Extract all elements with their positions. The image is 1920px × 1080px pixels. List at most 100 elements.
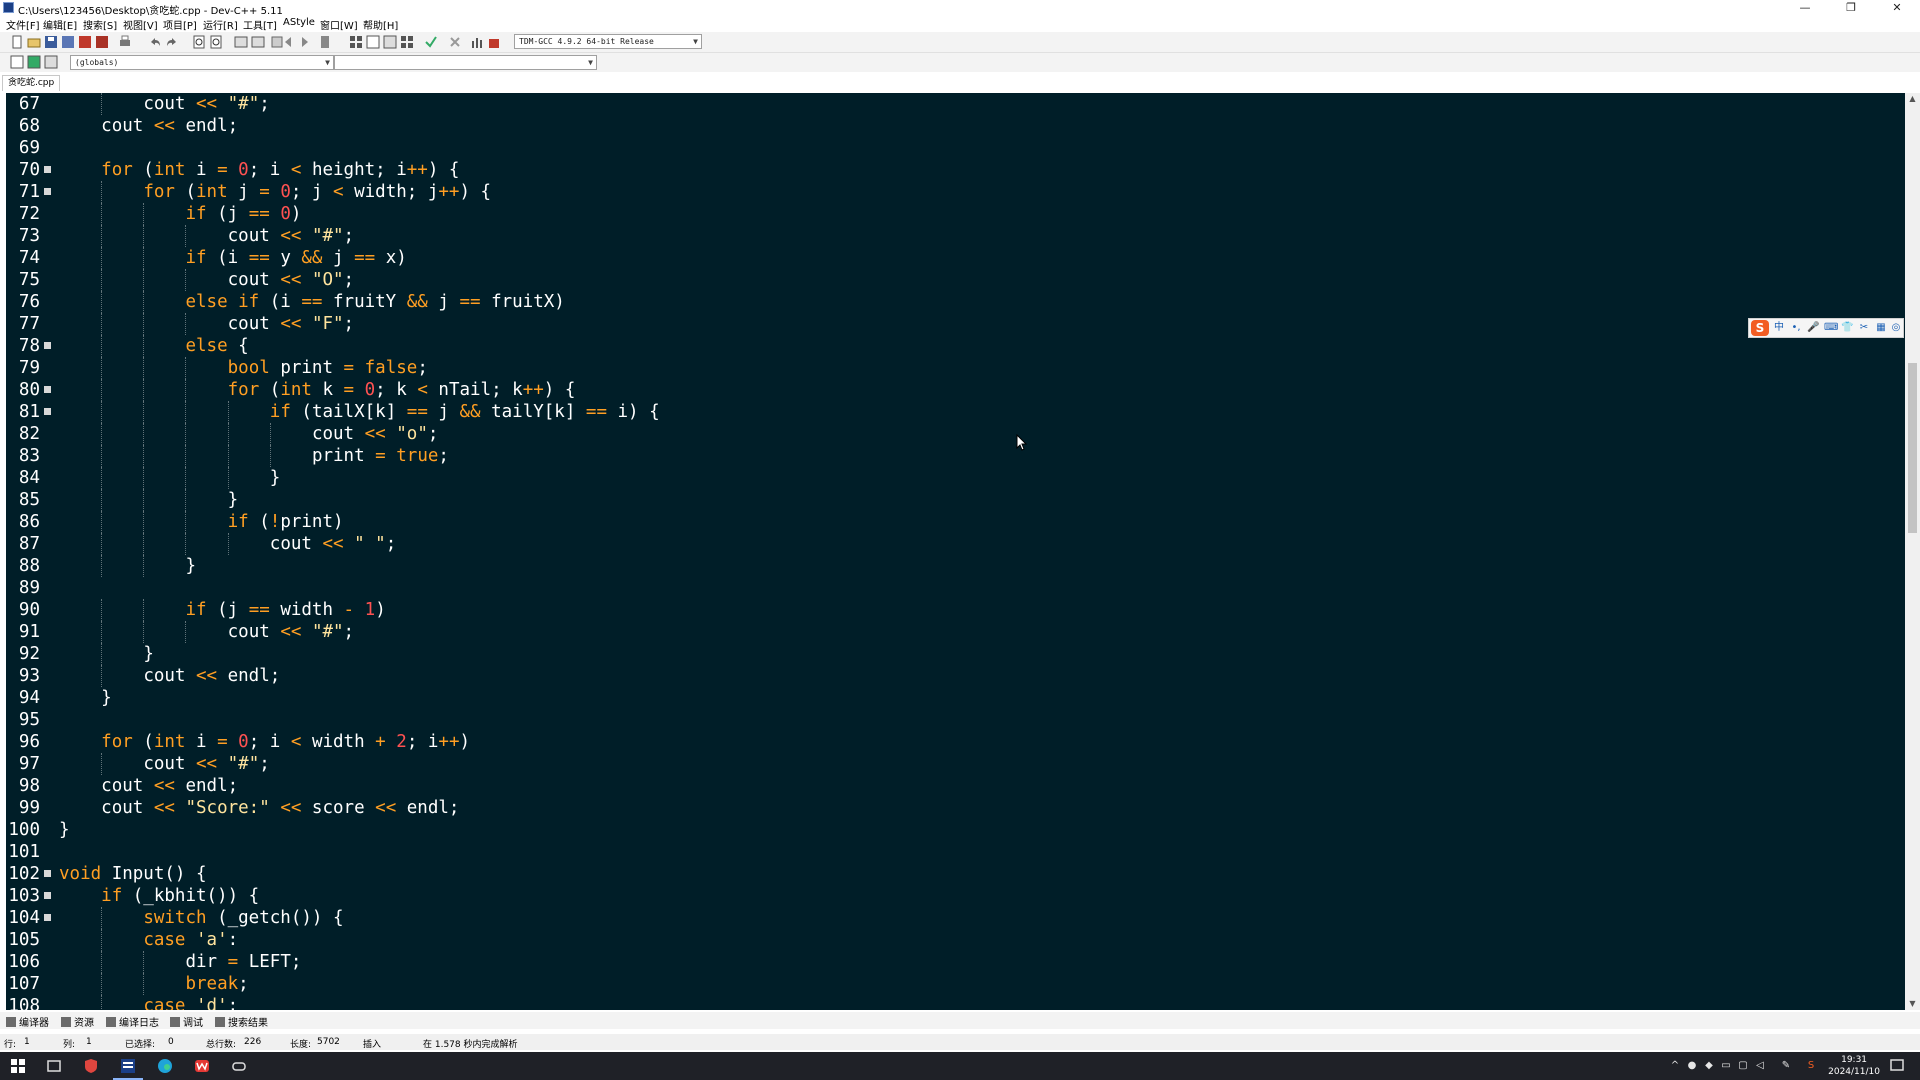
menu-file[interactable]: 文件[F] <box>6 17 40 32</box>
find-icon[interactable] <box>192 35 206 49</box>
new-project-icon[interactable] <box>349 35 363 49</box>
menu-search[interactable]: 搜索[S] <box>83 17 117 32</box>
toggle-bookmark-icon[interactable] <box>27 55 41 69</box>
code-line[interactable]: 74 if (i == y && j == x) <box>6 247 1905 269</box>
network-tray-icon[interactable]: ▭ <box>1720 1060 1732 1072</box>
print-icon[interactable] <box>118 35 132 49</box>
fold-marker-icon[interactable] <box>44 408 51 415</box>
code-line[interactable]: 108 case 'd': <box>6 995 1905 1010</box>
minimize-button[interactable]: — <box>1782 0 1828 16</box>
code-line[interactable]: 69 <box>6 137 1905 159</box>
microphone-icon[interactable]: 🎤 <box>1807 322 1819 334</box>
fold-marker-icon[interactable] <box>44 188 51 195</box>
menu-project[interactable]: 项目[P] <box>163 17 197 32</box>
code-line[interactable]: 94} <box>6 687 1905 709</box>
goto-bookmark-icon[interactable] <box>44 55 58 69</box>
code-line[interactable]: 76 else if (i == fruitY && j == fruitX) <box>6 291 1905 313</box>
game-controller-icon[interactable] <box>230 1057 248 1075</box>
code-line[interactable]: 93 cout << endl; <box>6 665 1905 687</box>
skin-icon[interactable]: 👕 <box>1841 322 1853 334</box>
code-line[interactable]: 78 else { <box>6 335 1905 357</box>
code-line[interactable]: 101 <box>6 841 1905 863</box>
grid-icon[interactable] <box>400 35 414 49</box>
code-line[interactable]: 96 for (int i = 0; i < width + 2; i++) <box>6 731 1905 753</box>
open-file-icon[interactable] <box>27 35 41 49</box>
fold-marker-icon[interactable] <box>44 892 51 899</box>
menu-help[interactable]: 帮助[H] <box>363 17 398 32</box>
tab-search-results[interactable]: 搜索结果 <box>215 1014 268 1029</box>
goto-next-icon[interactable] <box>298 35 312 49</box>
chart-icon[interactable] <box>470 35 484 49</box>
apps-grid-icon[interactable]: ▦ <box>1875 322 1887 334</box>
menu-astyle[interactable]: AStyle <box>283 17 315 28</box>
save-all-icon[interactable] <box>61 35 75 49</box>
code-line[interactable]: 84} <box>6 467 1905 489</box>
close-button[interactable]: ✕ <box>1874 0 1920 16</box>
edge-browser-icon[interactable] <box>156 1057 174 1075</box>
code-line[interactable]: 103 if (_kbhit()) { <box>6 885 1905 907</box>
insert-icon[interactable] <box>10 55 24 69</box>
undo-icon[interactable] <box>148 35 162 49</box>
code-line[interactable]: 75 cout << "O"; <box>6 269 1905 291</box>
fold-marker-icon[interactable] <box>44 870 51 877</box>
indent-icon[interactable] <box>234 35 248 49</box>
windows-start-icon[interactable] <box>9 1057 27 1075</box>
code-line[interactable]: 104 switch (_getch()) { <box>6 907 1905 929</box>
code-line[interactable]: 83 print = true; <box>6 445 1905 467</box>
code-line[interactable]: 82 cout << "o"; <box>6 423 1905 445</box>
code-line[interactable]: 88} <box>6 555 1905 577</box>
code-line[interactable]: 86 if (!print) <box>6 511 1905 533</box>
fold-marker-icon[interactable] <box>44 342 51 349</box>
wps-office-icon[interactable] <box>193 1057 211 1075</box>
ime-mode-label[interactable]: 中 <box>1773 322 1785 334</box>
fold-marker-icon[interactable] <box>44 166 51 173</box>
tab-debug[interactable]: 调试 <box>170 1014 203 1029</box>
code-line[interactable]: 81 if (tailX[k] == j && tailY[k] == i) { <box>6 401 1905 423</box>
ime-toolbar[interactable]: S 中 •, 🎤 ⌨ 👕 ✂ ▦ ◎ <box>1748 318 1904 338</box>
fold-marker-icon[interactable] <box>44 386 51 393</box>
code-line[interactable]: 100} <box>6 819 1905 841</box>
code-editor[interactable]: 67 cout << "#"; 68 cout << endl; 69 70 for (in… <box>6 93 1905 1010</box>
tray-expand-icon[interactable]: ^ <box>1669 1060 1681 1072</box>
code-line[interactable]: 72 if (j == 0) <box>6 203 1905 225</box>
pen-tray-icon[interactable]: ✎ <box>1780 1060 1792 1072</box>
volume-tray-icon[interactable]: ◁ <box>1754 1060 1766 1072</box>
tab-compile-log[interactable]: 编译日志 <box>106 1014 159 1029</box>
code-line[interactable]: 80 for (int k = 0; k < nTail; k++) { <box>6 379 1905 401</box>
taskbar-clock[interactable]: 19:31 2024/11/10 <box>1828 1054 1880 1078</box>
punctuation-icon[interactable]: •, <box>1790 322 1802 334</box>
editor-vertical-scrollbar[interactable]: ▲ ▼ <box>1905 93 1920 1010</box>
menu-window[interactable]: 窗口[W] <box>320 17 358 32</box>
menu-view[interactable]: 视图[V] <box>123 17 158 32</box>
scrollbar-thumb[interactable] <box>1908 363 1917 533</box>
scroll-up-icon[interactable]: ▲ <box>1905 93 1920 105</box>
code-line[interactable]: 87 cout << " "; <box>6 533 1905 555</box>
replace-icon[interactable] <box>209 35 223 49</box>
stop-icon[interactable] <box>448 35 462 49</box>
code-line[interactable]: 77 cout << "F"; <box>6 313 1905 335</box>
code-line[interactable]: 79 bool print = false; <box>6 357 1905 379</box>
tab-resources[interactable]: 资源 <box>61 1014 94 1029</box>
scroll-down-icon[interactable]: ▼ <box>1905 998 1920 1010</box>
task-view-icon[interactable] <box>45 1057 63 1075</box>
code-line[interactable]: 98 cout << endl; <box>6 775 1905 797</box>
file-tab[interactable]: 贪吃蛇.cpp <box>2 75 61 91</box>
redo-icon[interactable] <box>165 35 179 49</box>
tools-icon[interactable]: ✂ <box>1858 322 1870 334</box>
code-line[interactable]: 99 cout << "Score:" << score << endl; <box>6 797 1905 819</box>
code-line[interactable]: 106 dir = LEFT; <box>6 951 1905 973</box>
menu-run[interactable]: 运行[R] <box>203 17 238 32</box>
class-browser-icon[interactable] <box>383 35 397 49</box>
member-select[interactable]: ▼ <box>334 55 597 70</box>
devcpp-taskbar-icon[interactable] <box>119 1057 137 1075</box>
code-line[interactable]: 67 cout << "#"; <box>6 93 1905 115</box>
tab-compiler[interactable]: 编译器 <box>6 1014 49 1029</box>
code-line[interactable]: 71 for (int j = 0; j < width; j++) { <box>6 181 1905 203</box>
code-line[interactable]: 105 case 'a': <box>6 929 1905 951</box>
code-line[interactable]: 89 <box>6 577 1905 599</box>
restore-button[interactable]: ❐ <box>1828 0 1874 16</box>
microphone-tray-icon[interactable]: ● <box>1686 1060 1698 1072</box>
unindent-icon[interactable] <box>251 35 265 49</box>
code-line[interactable]: 85} <box>6 489 1905 511</box>
shield-tray-icon[interactable]: ◆ <box>1703 1060 1715 1072</box>
